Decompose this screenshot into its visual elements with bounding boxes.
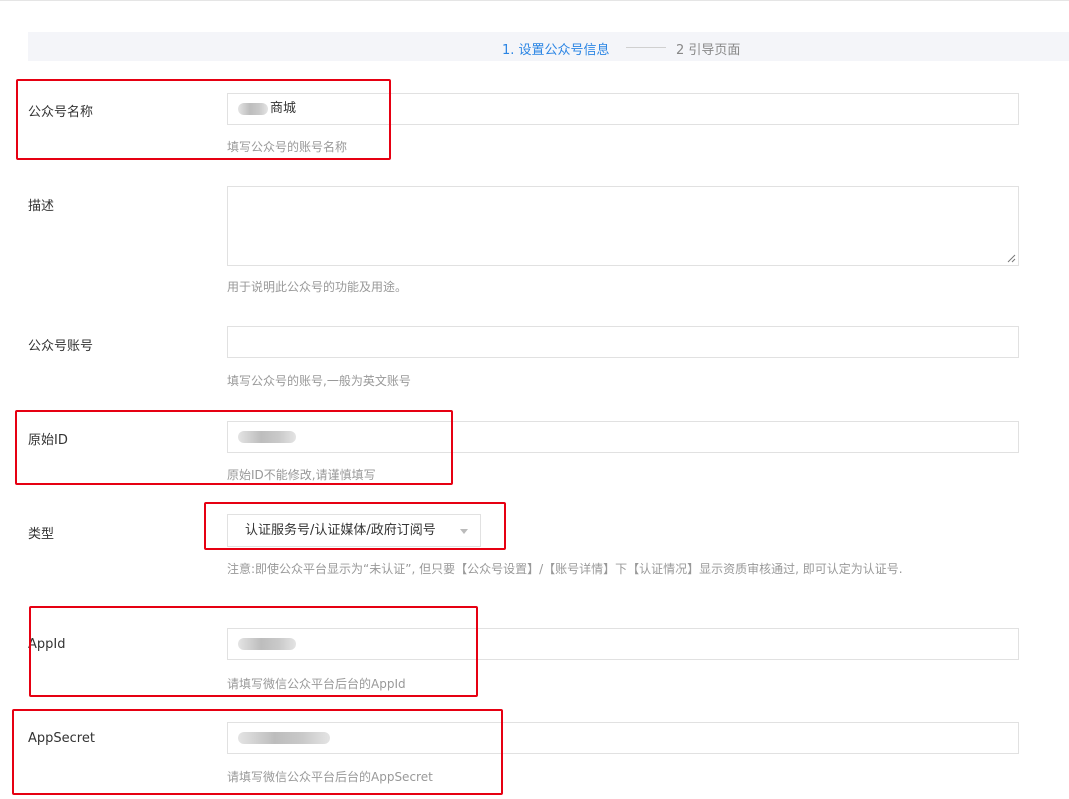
description-textarea[interactable] bbox=[227, 186, 1019, 266]
step-progress-bar: 1. 设置公众号信息 2 引导页面 bbox=[28, 32, 1069, 61]
annotation-box-original-id bbox=[15, 410, 453, 485]
type-label: 类型 bbox=[28, 527, 55, 542]
account-id-input[interactable] bbox=[227, 326, 1019, 358]
account-id-label: 公众号账号 bbox=[28, 339, 94, 354]
description-help: 用于说明此公众号的功能及用途。 bbox=[227, 280, 408, 294]
top-divider bbox=[0, 0, 1069, 1]
annotation-box-appsecret bbox=[12, 709, 503, 795]
resize-handle-icon[interactable] bbox=[1007, 254, 1016, 263]
description-label: 描述 bbox=[28, 199, 55, 214]
annotation-box-type bbox=[204, 502, 506, 550]
annotation-box-account-name bbox=[16, 79, 391, 160]
type-help: 注意:即使公众平台显示为“未认证”, 但只要【公众号设置】/【账号详情】下【认证… bbox=[227, 562, 903, 576]
step-2-guide-page[interactable]: 2 引导页面 bbox=[676, 39, 740, 58]
step-1-set-account-info[interactable]: 1. 设置公众号信息 bbox=[502, 39, 610, 58]
annotation-box-appid bbox=[29, 606, 478, 697]
account-id-help: 填写公众号的账号,一般为英文账号 bbox=[227, 374, 411, 388]
step-connector bbox=[626, 47, 666, 48]
